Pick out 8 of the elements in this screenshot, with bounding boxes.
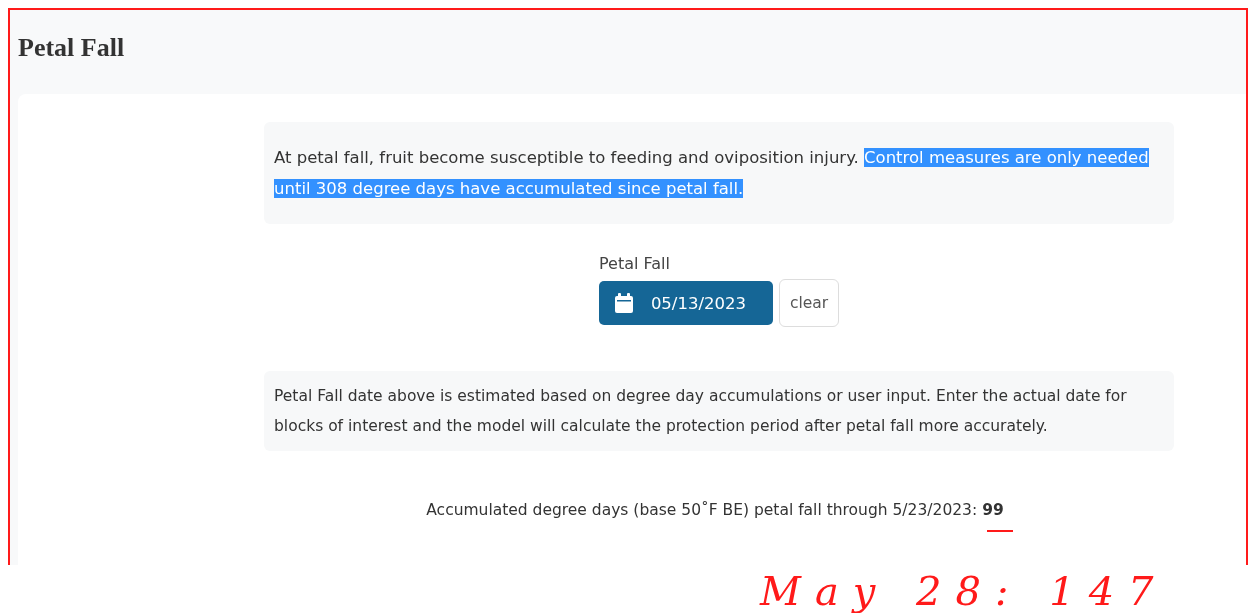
clear-button[interactable]: clear: [778, 279, 840, 327]
calendar-icon: [614, 293, 633, 313]
intro-text: At petal fall, fruit become susceptible to feeding and oviposition injury. Control measures are only needed until 308 degree days have accumulated since petal fall.: [274, 147, 1150, 200]
accumulated-text: Accumulated degree days (base 50˚F BE) petal fall through 5/23/2023: 99: [426, 501, 1004, 519]
note-text: Petal Fall date above is estimated based on degree day accumulations or user input. Enter the actual date for blocks of interest and the model will calculate the protection period after petal fall more accurately.: [274, 387, 1127, 435]
date-label: Petal Fall: [599, 254, 670, 273]
page-title: Petal Fall: [18, 32, 126, 64]
date-button[interactable]: 05/13/2023: [598, 281, 773, 325]
